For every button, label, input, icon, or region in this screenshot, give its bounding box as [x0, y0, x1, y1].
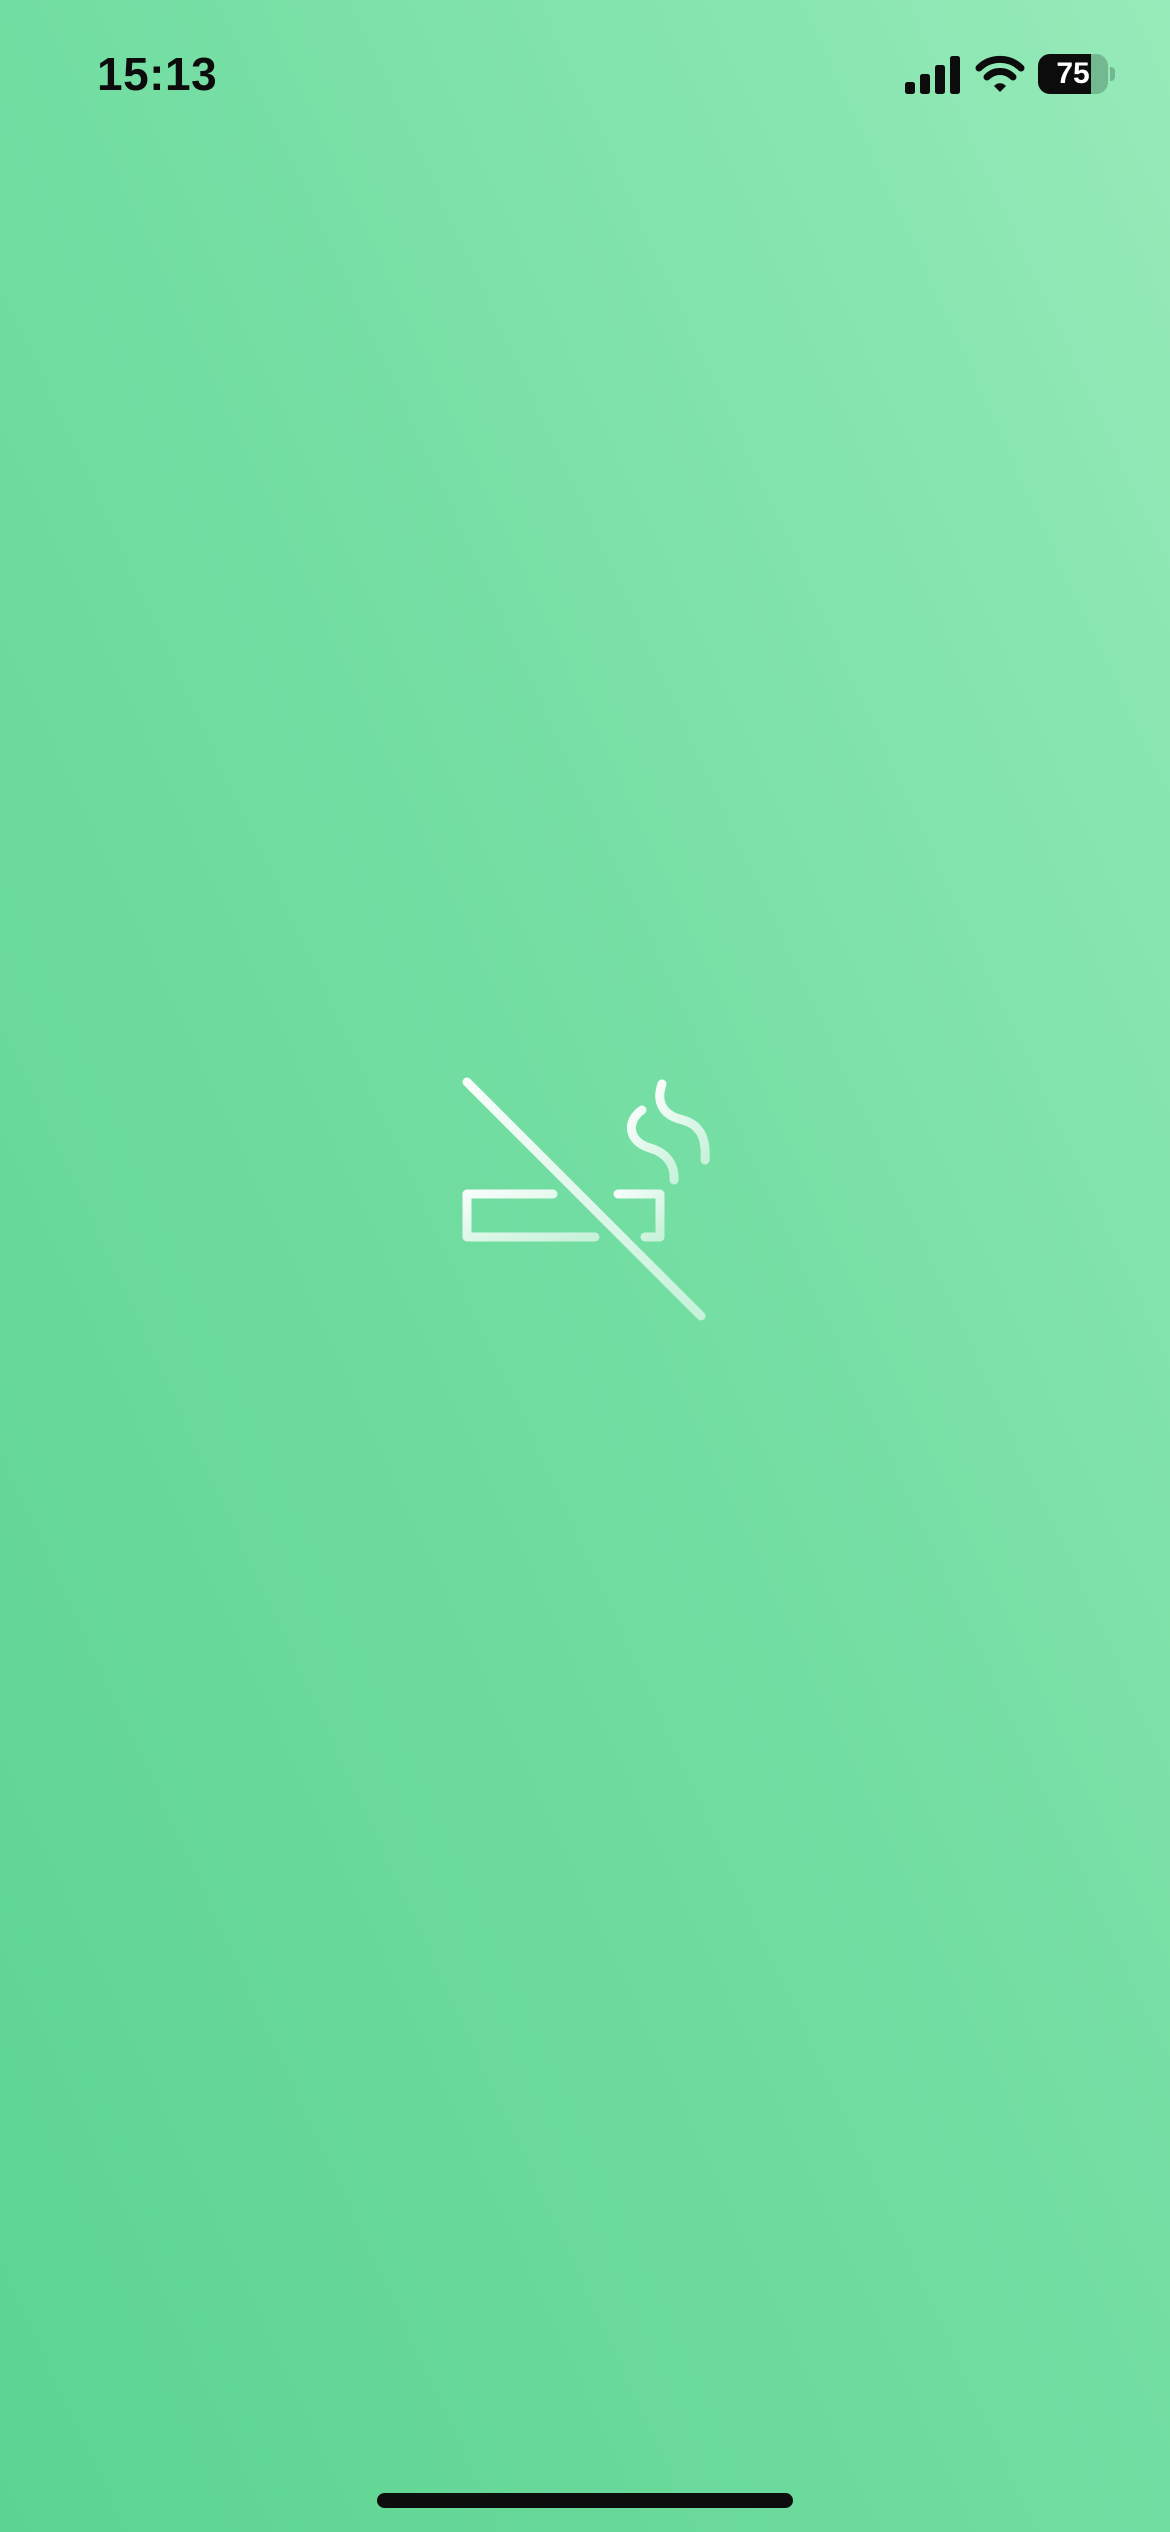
no-smoking-icon	[462, 1077, 710, 1321]
status-time: 15:13	[97, 48, 218, 100]
splash-screen: 15:13 75	[0, 0, 1170, 2532]
battery-level: 75	[1056, 57, 1090, 90]
status-bar: 15:13 75	[0, 0, 1170, 140]
cellular-signal-icon	[905, 56, 960, 94]
battery-body: 75	[1038, 54, 1108, 94]
home-indicator[interactable]	[377, 2493, 793, 2508]
battery-indicator: 75	[1038, 54, 1116, 94]
wifi-icon	[975, 55, 1025, 92]
battery-cap	[1110, 67, 1115, 81]
